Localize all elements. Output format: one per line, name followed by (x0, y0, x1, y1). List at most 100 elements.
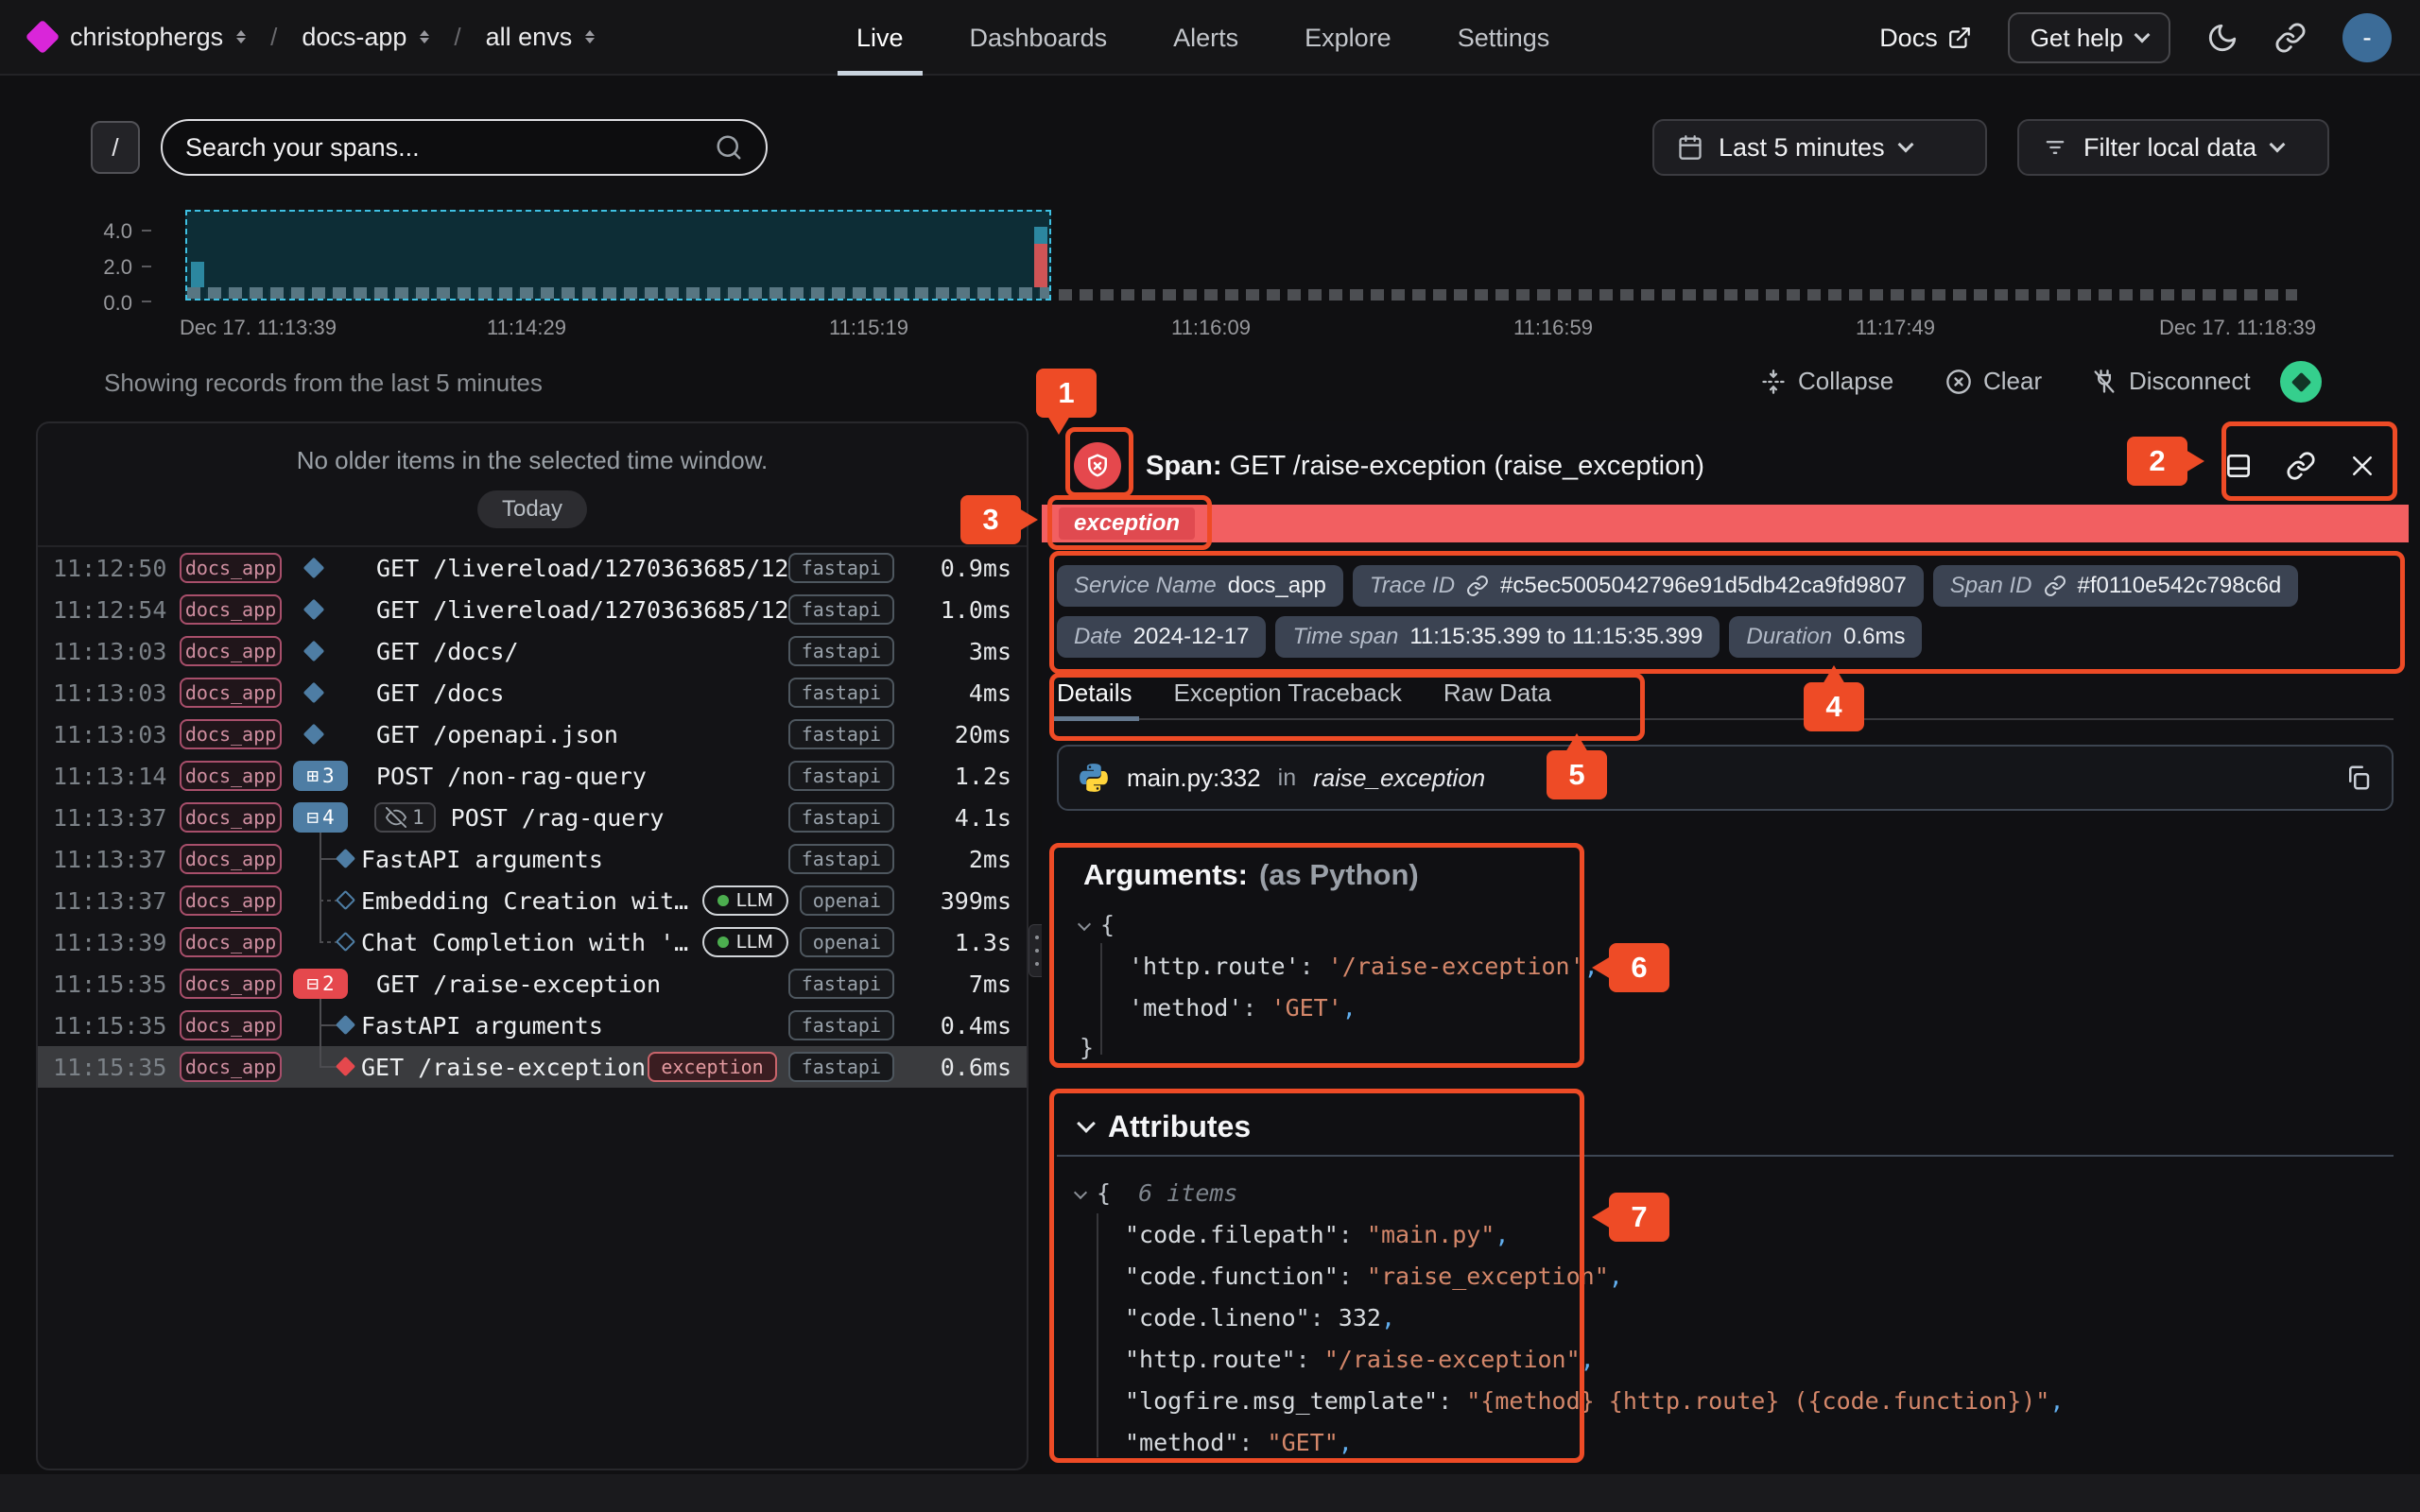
share-link-button[interactable] (2274, 22, 2307, 54)
tab-settings[interactable]: Settings (1452, 0, 1556, 76)
diamond-icon (336, 1015, 355, 1035)
app-pill: docs_app (180, 927, 282, 957)
span-name: GET /raise-exception (376, 971, 788, 998)
collapse-badge-error[interactable]: ⊟2 (293, 969, 348, 999)
collapse-badge[interactable]: ⊟4 (293, 802, 348, 833)
get-help-button[interactable]: Get help (2008, 12, 2170, 63)
indent-guide (1100, 943, 1102, 1055)
attributes-open-brace[interactable]: { 6 items (1076, 1179, 1237, 1207)
close-panel-button[interactable] (2348, 452, 2377, 480)
span-histogram[interactable]: 4.0 2.0 0.0 Dec 17. 11:13:39 11:14:29 11… (0, 198, 2420, 340)
copy-button[interactable] (2344, 764, 2373, 792)
python-icon (1078, 762, 1110, 794)
app-pill: docs_app (180, 553, 282, 583)
attributes-heading[interactable]: Attributes (1080, 1109, 1251, 1144)
meta-span-id[interactable]: Span ID #f0110e542c798c6d (1933, 565, 2298, 607)
x-tick: 11:16:59 (1513, 316, 1593, 340)
arguments-open-brace[interactable]: { (1080, 911, 1115, 938)
span-bar (191, 262, 204, 287)
live-status-button[interactable] (2280, 361, 2322, 403)
span-row[interactable]: 11:13:03 docs_app GET /openapi.json fast… (38, 713, 1027, 755)
green-dot-icon (717, 895, 729, 906)
docs-link[interactable]: Docs (1879, 24, 1972, 53)
span-row-selected[interactable]: 11:15:35 docs_app GET /raise-exception …… (38, 1046, 1027, 1088)
time-range-button[interactable]: Last 5 minutes (1652, 119, 1987, 176)
filter-button[interactable]: Filter local data (2017, 119, 2329, 176)
span-list-header: No older items in the selected time wind… (38, 423, 1027, 547)
llm-pill: LLM (702, 885, 788, 916)
span-time: 11:12:54 (53, 596, 168, 624)
y-tick: 4.0 (76, 219, 132, 244)
detail-tabs: Details Exception Traceback Raw Data (1057, 679, 2394, 720)
expand-badge[interactable]: ⊞3 (293, 761, 348, 791)
copy-span-link-button[interactable] (2286, 451, 2316, 481)
exception-pill: exception (648, 1052, 776, 1082)
logfire-logo-icon[interactable] (26, 20, 60, 55)
span-duration: 1.0ms (906, 596, 1011, 624)
collapse-button[interactable]: Collapse (1760, 367, 1893, 396)
span-row[interactable]: 11:13:39 docs_app Chat Completion with '… (38, 921, 1027, 963)
attribute-entry: "code.lineno": 332, (1125, 1304, 1395, 1332)
x-tick: Dec 17. 11:18:39 (2159, 316, 2316, 340)
top-nav: christophergs / docs-app / all envs Live… (0, 0, 2420, 76)
span-row[interactable]: 11:12:50 docs_app GET /livereload/127036… (38, 547, 1027, 589)
span-row[interactable]: 11:13:37 docs_app ⊟4 1 POST /rag-query f… (38, 797, 1027, 838)
span-kind (289, 589, 361, 630)
breadcrumb-separator: / (261, 23, 286, 52)
link-icon (2274, 22, 2307, 54)
span-duration: 7ms (906, 971, 1011, 998)
scrubbed-badge[interactable]: 1 (374, 802, 436, 833)
span-row[interactable]: 11:13:37 docs_app Embedding Creation wit… (38, 880, 1027, 921)
diamond-icon (303, 599, 325, 621)
span-time: 11:13:37 (53, 804, 168, 832)
clear-label: Clear (1983, 367, 2042, 396)
span-row[interactable]: 11:13:03 docs_app GET /docs fastapi 4ms (38, 672, 1027, 713)
span-row[interactable]: 11:15:35 docs_app FastAPI arguments fast… (38, 1005, 1027, 1046)
span-row[interactable]: 11:13:03 docs_app GET /docs/ fastapi 3ms (38, 630, 1027, 672)
time-selection-region[interactable] (185, 210, 1051, 301)
annotation-tag-4: 4 (1804, 682, 1864, 731)
error-shield-badge (1074, 442, 1121, 490)
dock-panel-button[interactable] (2223, 451, 2254, 481)
tab-exception-traceback[interactable]: Exception Traceback (1173, 679, 1401, 718)
service-pill: fastapi (788, 719, 894, 749)
project-switcher[interactable]: docs-app (302, 23, 429, 52)
minus-square-icon: ⊟ (306, 972, 319, 995)
calendar-icon (1677, 134, 1703, 161)
diamond-icon (2290, 371, 2310, 391)
disconnect-button[interactable]: Disconnect (2091, 367, 2251, 396)
tab-live[interactable]: Live (851, 0, 909, 76)
service-pill: fastapi (788, 1052, 894, 1082)
bottom-strip (0, 1474, 2420, 1512)
tab-alerts[interactable]: Alerts (1167, 0, 1244, 76)
arguments-close-brace: } (1080, 1034, 1094, 1061)
clear-button[interactable]: Clear (1945, 367, 2042, 396)
tab-dashboards[interactable]: Dashboards (964, 0, 1114, 76)
attribute-entry: "code.function": "raise_exception", (1125, 1263, 1623, 1290)
org-switcher[interactable]: christophergs (70, 23, 246, 52)
search-input[interactable] (185, 133, 715, 163)
service-pill: fastapi (788, 678, 894, 708)
green-dot-icon (717, 936, 729, 948)
meta-trace-id[interactable]: Trace ID #c5ec5005042796e91d5db42ca9fd98… (1353, 565, 1924, 607)
chevron-down-icon (2135, 27, 2151, 43)
avatar[interactable]: - (2342, 13, 2392, 62)
span-row[interactable]: 11:13:14 docs_app ⊞3 POST /non-rag-query… (38, 755, 1027, 797)
tab-explore[interactable]: Explore (1299, 0, 1397, 76)
today-chip[interactable]: Today (477, 490, 587, 528)
span-name: GET /livereload/1270363685/1270… (376, 596, 788, 624)
span-row[interactable]: 11:13:37 docs_app FastAPI arguments fast… (38, 838, 1027, 880)
span-row[interactable]: 11:12:54 docs_app GET /livereload/127036… (38, 589, 1027, 630)
dark-mode-toggle[interactable] (2206, 22, 2238, 54)
span-time: 11:15:35 (53, 1012, 168, 1040)
y-tick: 2.0 (76, 255, 132, 280)
annotation-tag-5: 5 (1547, 750, 1607, 799)
hollow-diamond-icon (336, 932, 355, 952)
span-row[interactable]: 11:15:35 docs_app ⊟2 GET /raise-exceptio… (38, 963, 1027, 1005)
span-name: FastAPI arguments (361, 846, 788, 873)
tab-raw-data[interactable]: Raw Data (1443, 679, 1551, 718)
attribute-entry: "logfire.msg_template": "{method} {http.… (1125, 1387, 2064, 1415)
env-switcher[interactable]: all envs (486, 23, 596, 52)
span-list-panel: No older items in the selected time wind… (36, 421, 1028, 1470)
tab-details[interactable]: Details (1057, 679, 1132, 718)
